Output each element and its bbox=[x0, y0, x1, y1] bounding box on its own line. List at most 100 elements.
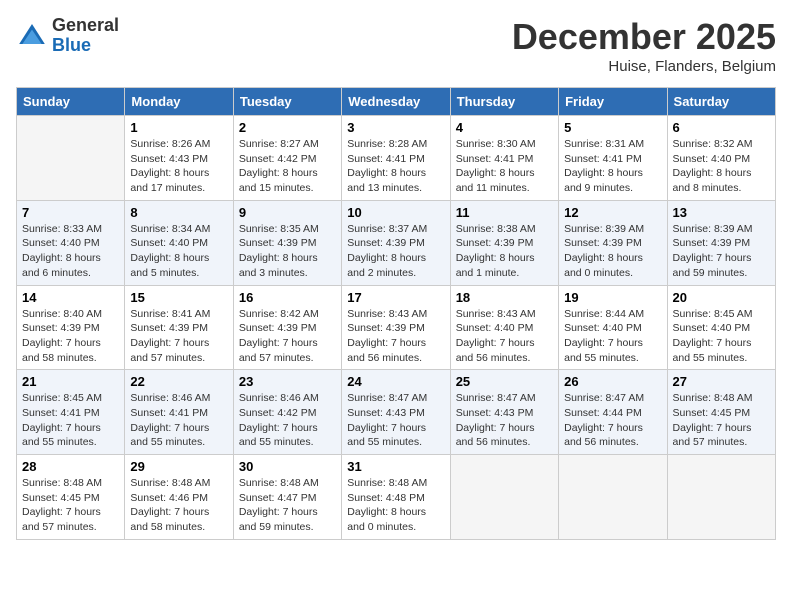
day-number: 12 bbox=[564, 205, 661, 220]
day-cell: 26 Sunrise: 8:47 AM Sunset: 4:44 PM Dayli… bbox=[559, 370, 667, 455]
day-number: 19 bbox=[564, 290, 661, 305]
day-info: Sunrise: 8:33 AM Sunset: 4:40 PM Dayligh… bbox=[22, 222, 119, 281]
day-number: 17 bbox=[347, 290, 444, 305]
day-cell: 28 Sunrise: 8:48 AM Sunset: 4:45 PM Dayli… bbox=[17, 455, 125, 540]
day-cell: 23 Sunrise: 8:46 AM Sunset: 4:42 PM Dayli… bbox=[233, 370, 341, 455]
day-cell: 9Sunrise: 8:35 AM Sunset: 4:39 PM Daylig… bbox=[233, 200, 341, 285]
day-info: Sunrise: 8:35 AM Sunset: 4:39 PM Dayligh… bbox=[239, 222, 336, 281]
day-number: 15 bbox=[130, 290, 227, 305]
day-number: 8 bbox=[130, 205, 227, 220]
day-number: 25 bbox=[456, 374, 553, 389]
day-number: 20 bbox=[673, 290, 770, 305]
day-cell: 14 Sunrise: 8:40 AM Sunset: 4:39 PM Dayli… bbox=[17, 285, 125, 370]
day-number: 21 bbox=[22, 374, 119, 389]
day-cell: 8 Sunrise: 8:34 AM Sunset: 4:40 PM Daylig… bbox=[125, 200, 233, 285]
day-cell bbox=[559, 455, 667, 540]
title-block: December 2025 Huise, Flanders, Belgium bbox=[512, 16, 776, 75]
day-cell: 19 Sunrise: 8:44 AM Sunset: 4:40 PM Dayli… bbox=[559, 285, 667, 370]
day-info: Sunrise: 8:42 AM Sunset: 4:39 PM Dayligh… bbox=[239, 307, 336, 366]
day-cell: 22Sunrise: 8:46 AM Sunset: 4:41 PM Dayli… bbox=[125, 370, 233, 455]
day-cell: 10Sunrise: 8:37 AM Sunset: 4:39 PM Dayli… bbox=[342, 200, 450, 285]
logo: General Blue bbox=[16, 16, 119, 56]
day-info: Sunrise: 8:32 AM Sunset: 4:40 PM Dayligh… bbox=[673, 137, 770, 196]
calendar-body: 1 Sunrise: 8:26 AM Sunset: 4:43 PM Daylig… bbox=[17, 116, 776, 540]
day-info: Sunrise: 8:39 AM Sunset: 4:39 PM Dayligh… bbox=[564, 222, 661, 281]
week-row-4: 21Sunrise: 8:45 AM Sunset: 4:41 PM Dayli… bbox=[17, 370, 776, 455]
logo-icon bbox=[16, 20, 48, 52]
header-cell-wednesday: Wednesday bbox=[342, 88, 450, 116]
day-number: 13 bbox=[673, 205, 770, 220]
day-number: 29 bbox=[130, 459, 227, 474]
day-info: Sunrise: 8:27 AM Sunset: 4:42 PM Dayligh… bbox=[239, 137, 336, 196]
day-info: Sunrise: 8:26 AM Sunset: 4:43 PM Dayligh… bbox=[130, 137, 227, 196]
day-number: 11 bbox=[456, 205, 553, 220]
day-info: Sunrise: 8:47 AM Sunset: 4:43 PM Dayligh… bbox=[347, 391, 444, 450]
calendar-header: SundayMondayTuesdayWednesdayThursdayFrid… bbox=[17, 88, 776, 116]
day-info: Sunrise: 8:38 AM Sunset: 4:39 PM Dayligh… bbox=[456, 222, 553, 281]
day-info: Sunrise: 8:34 AM Sunset: 4:40 PM Dayligh… bbox=[130, 222, 227, 281]
day-info: Sunrise: 8:48 AM Sunset: 4:47 PM Dayligh… bbox=[239, 476, 336, 535]
day-cell: 5 Sunrise: 8:31 AM Sunset: 4:41 PM Daylig… bbox=[559, 116, 667, 201]
day-cell: 4 Sunrise: 8:30 AM Sunset: 4:41 PM Daylig… bbox=[450, 116, 558, 201]
day-info: Sunrise: 8:40 AM Sunset: 4:39 PM Dayligh… bbox=[22, 307, 119, 366]
week-row-3: 14 Sunrise: 8:40 AM Sunset: 4:39 PM Dayli… bbox=[17, 285, 776, 370]
header-cell-friday: Friday bbox=[559, 88, 667, 116]
day-number: 30 bbox=[239, 459, 336, 474]
day-number: 14 bbox=[22, 290, 119, 305]
day-cell: 6Sunrise: 8:32 AM Sunset: 4:40 PM Daylig… bbox=[667, 116, 775, 201]
day-number: 24 bbox=[347, 374, 444, 389]
month-title: December 2025 bbox=[512, 16, 776, 58]
day-cell: 11 Sunrise: 8:38 AM Sunset: 4:39 PM Dayli… bbox=[450, 200, 558, 285]
week-row-5: 28 Sunrise: 8:48 AM Sunset: 4:45 PM Dayli… bbox=[17, 455, 776, 540]
day-info: Sunrise: 8:46 AM Sunset: 4:42 PM Dayligh… bbox=[239, 391, 336, 450]
day-cell bbox=[17, 116, 125, 201]
day-number: 26 bbox=[564, 374, 661, 389]
day-info: Sunrise: 8:30 AM Sunset: 4:41 PM Dayligh… bbox=[456, 137, 553, 196]
day-info: Sunrise: 8:48 AM Sunset: 4:46 PM Dayligh… bbox=[130, 476, 227, 535]
day-number: 23 bbox=[239, 374, 336, 389]
day-cell: 13 Sunrise: 8:39 AM Sunset: 4:39 PM Dayli… bbox=[667, 200, 775, 285]
day-number: 3 bbox=[347, 120, 444, 135]
day-cell: 3Sunrise: 8:28 AM Sunset: 4:41 PM Daylig… bbox=[342, 116, 450, 201]
day-info: Sunrise: 8:47 AM Sunset: 4:44 PM Dayligh… bbox=[564, 391, 661, 450]
day-number: 16 bbox=[239, 290, 336, 305]
week-row-1: 1 Sunrise: 8:26 AM Sunset: 4:43 PM Daylig… bbox=[17, 116, 776, 201]
day-cell: 16 Sunrise: 8:42 AM Sunset: 4:39 PM Dayli… bbox=[233, 285, 341, 370]
day-info: Sunrise: 8:48 AM Sunset: 4:45 PM Dayligh… bbox=[673, 391, 770, 450]
logo-general-text: General bbox=[52, 16, 119, 36]
day-info: Sunrise: 8:43 AM Sunset: 4:39 PM Dayligh… bbox=[347, 307, 444, 366]
day-info: Sunrise: 8:48 AM Sunset: 4:48 PM Dayligh… bbox=[347, 476, 444, 535]
day-info: Sunrise: 8:45 AM Sunset: 4:40 PM Dayligh… bbox=[673, 307, 770, 366]
day-cell bbox=[450, 455, 558, 540]
day-number: 28 bbox=[22, 459, 119, 474]
day-number: 7 bbox=[22, 205, 119, 220]
day-cell: 29 Sunrise: 8:48 AM Sunset: 4:46 PM Dayli… bbox=[125, 455, 233, 540]
day-info: Sunrise: 8:44 AM Sunset: 4:40 PM Dayligh… bbox=[564, 307, 661, 366]
location: Huise, Flanders, Belgium bbox=[512, 58, 776, 75]
header-row: SundayMondayTuesdayWednesdayThursdayFrid… bbox=[17, 88, 776, 116]
day-number: 1 bbox=[130, 120, 227, 135]
day-info: Sunrise: 8:48 AM Sunset: 4:45 PM Dayligh… bbox=[22, 476, 119, 535]
day-number: 5 bbox=[564, 120, 661, 135]
day-number: 31 bbox=[347, 459, 444, 474]
day-info: Sunrise: 8:37 AM Sunset: 4:39 PM Dayligh… bbox=[347, 222, 444, 281]
header-cell-sunday: Sunday bbox=[17, 88, 125, 116]
day-cell: 24 Sunrise: 8:47 AM Sunset: 4:43 PM Dayli… bbox=[342, 370, 450, 455]
logo-blue-text: Blue bbox=[52, 36, 119, 56]
day-cell: 27Sunrise: 8:48 AM Sunset: 4:45 PM Dayli… bbox=[667, 370, 775, 455]
day-cell: 15 Sunrise: 8:41 AM Sunset: 4:39 PM Dayli… bbox=[125, 285, 233, 370]
day-cell: 17 Sunrise: 8:43 AM Sunset: 4:39 PM Dayli… bbox=[342, 285, 450, 370]
header-cell-monday: Monday bbox=[125, 88, 233, 116]
calendar-table: SundayMondayTuesdayWednesdayThursdayFrid… bbox=[16, 87, 776, 540]
day-number: 18 bbox=[456, 290, 553, 305]
day-cell: 2Sunrise: 8:27 AM Sunset: 4:42 PM Daylig… bbox=[233, 116, 341, 201]
day-number: 4 bbox=[456, 120, 553, 135]
day-info: Sunrise: 8:39 AM Sunset: 4:39 PM Dayligh… bbox=[673, 222, 770, 281]
day-info: Sunrise: 8:46 AM Sunset: 4:41 PM Dayligh… bbox=[130, 391, 227, 450]
day-info: Sunrise: 8:41 AM Sunset: 4:39 PM Dayligh… bbox=[130, 307, 227, 366]
day-cell: 7 Sunrise: 8:33 AM Sunset: 4:40 PM Daylig… bbox=[17, 200, 125, 285]
day-cell: 21Sunrise: 8:45 AM Sunset: 4:41 PM Dayli… bbox=[17, 370, 125, 455]
day-info: Sunrise: 8:31 AM Sunset: 4:41 PM Dayligh… bbox=[564, 137, 661, 196]
day-cell bbox=[667, 455, 775, 540]
header-cell-tuesday: Tuesday bbox=[233, 88, 341, 116]
